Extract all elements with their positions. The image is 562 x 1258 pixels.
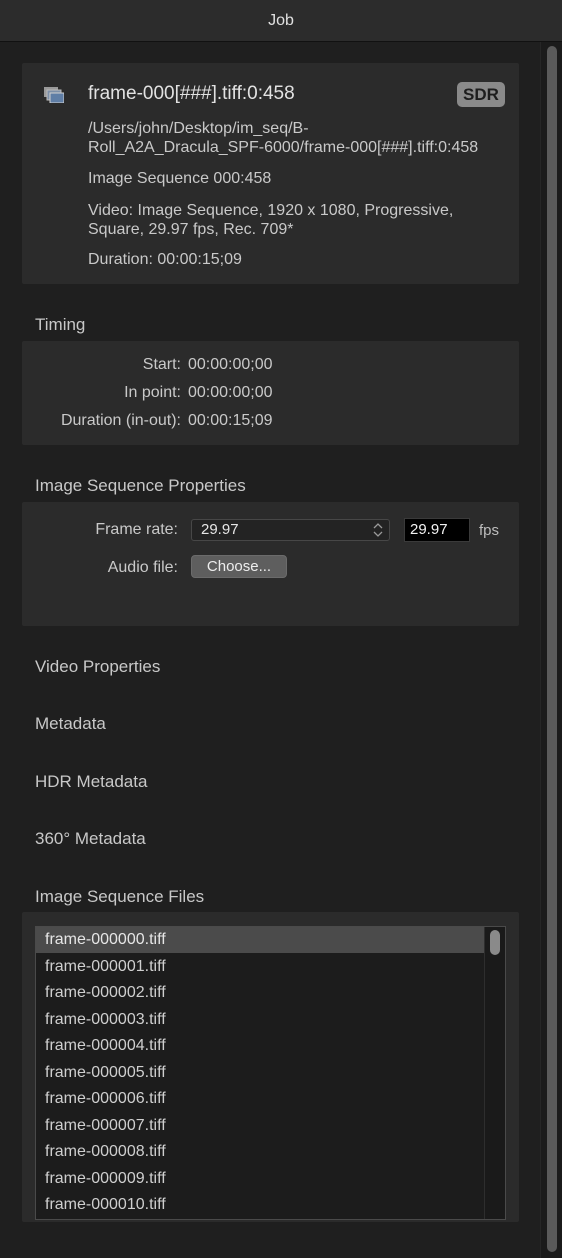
image-sequence-files-panel: frame-000000.tiff frame-000001.tiff fram… [22, 912, 519, 1222]
audio-file-label: Audio file: [107, 559, 178, 576]
source-duration: Duration: 00:00:15;09 [88, 251, 242, 268]
chevron-up-down-icon [373, 523, 383, 537]
frame-rate-selected-value: 29.97 [201, 521, 239, 538]
image-sequence-icon [44, 87, 64, 103]
job-inspector: frame-000[###].tiff:0:458 SDR /Users/joh… [0, 42, 540, 1258]
timing-heading[interactable]: Timing [35, 315, 85, 335]
list-item[interactable]: frame-000006.tiff [36, 1086, 485, 1112]
frame-rate-label: Frame rate: [95, 521, 178, 538]
timing-duration-value: 00:00:15;09 [188, 412, 273, 429]
window-title: Job [268, 11, 294, 29]
list-item[interactable]: frame-000007.tiff [36, 1113, 485, 1139]
source-title: frame-000[###].tiff:0:458 [88, 83, 295, 104]
image-sequence-files-heading[interactable]: Image Sequence Files [35, 887, 204, 907]
timing-in-point-value: 00:00:00;00 [188, 384, 273, 401]
timing-duration-label: Duration (in-out): [60, 412, 181, 429]
frame-rate-field[interactable]: 29.97 [404, 518, 470, 542]
timing-row-duration: Duration (in-out): 00:00:15;09 [22, 412, 519, 434]
list-item[interactable]: frame-000002.tiff [36, 980, 485, 1006]
inspector-scrollbar[interactable] [540, 42, 562, 1258]
timing-start-value: 00:00:00;00 [188, 356, 273, 373]
video-properties-heading[interactable]: Video Properties [35, 657, 160, 677]
source-type: Image Sequence 000:458 [88, 170, 272, 187]
frame-rate-select[interactable]: 29.97 [191, 519, 390, 541]
source-info-panel: frame-000[###].tiff:0:458 SDR /Users/joh… [22, 63, 519, 284]
source-video-line-1: Video: Image Sequence, 1920 x 1080, Prog… [88, 202, 454, 219]
inspector-scrollbar-thumb[interactable] [547, 46, 557, 1252]
list-item[interactable]: frame-000009.tiff [36, 1166, 485, 1192]
list-item[interactable]: frame-000003.tiff [36, 1007, 485, 1033]
timing-panel: Start: 00:00:00;00 In point: 00:00:00;00… [22, 341, 519, 445]
list-item[interactable]: frame-000000.tiff [36, 927, 485, 953]
sdr-badge: SDR [457, 82, 505, 107]
timing-start-label: Start: [142, 356, 181, 373]
files-list[interactable]: frame-000000.tiff frame-000001.tiff fram… [35, 926, 506, 1220]
choose-audio-file-button[interactable]: Choose... [191, 555, 287, 578]
timing-in-point-label: In point: [124, 384, 181, 401]
source-video-line-2: Square, 29.97 fps, Rec. 709* [88, 221, 294, 238]
list-item[interactable]: frame-000010.tiff [36, 1192, 485, 1218]
window-titlebar: Job [0, 0, 562, 42]
source-path-line-2: Roll_A2A_Dracula_SPF-6000/frame-000[###]… [88, 139, 479, 156]
files-scrollbar[interactable] [484, 927, 505, 1219]
list-item[interactable]: frame-000005.tiff [36, 1060, 485, 1086]
hdr-metadata-heading[interactable]: HDR Metadata [35, 772, 147, 792]
timing-row-in-point: In point: 00:00:00;00 [22, 384, 519, 406]
list-item[interactable]: frame-000001.tiff [36, 954, 485, 980]
360-metadata-heading[interactable]: 360° Metadata [35, 829, 146, 849]
list-item[interactable]: frame-000004.tiff [36, 1033, 485, 1059]
files-scrollbar-thumb[interactable] [490, 930, 500, 955]
timing-row-start: Start: 00:00:00;00 [22, 356, 519, 378]
image-sequence-properties-heading[interactable]: Image Sequence Properties [35, 476, 246, 496]
image-sequence-properties-panel: Frame rate: 29.97 29.97 fps Audio file: … [22, 502, 519, 626]
metadata-heading[interactable]: Metadata [35, 714, 106, 734]
source-path-line-1: /Users/john/Desktop/im_seq/B- [88, 120, 309, 137]
list-item[interactable]: frame-000008.tiff [36, 1139, 485, 1165]
fps-unit-label: fps [479, 522, 500, 539]
